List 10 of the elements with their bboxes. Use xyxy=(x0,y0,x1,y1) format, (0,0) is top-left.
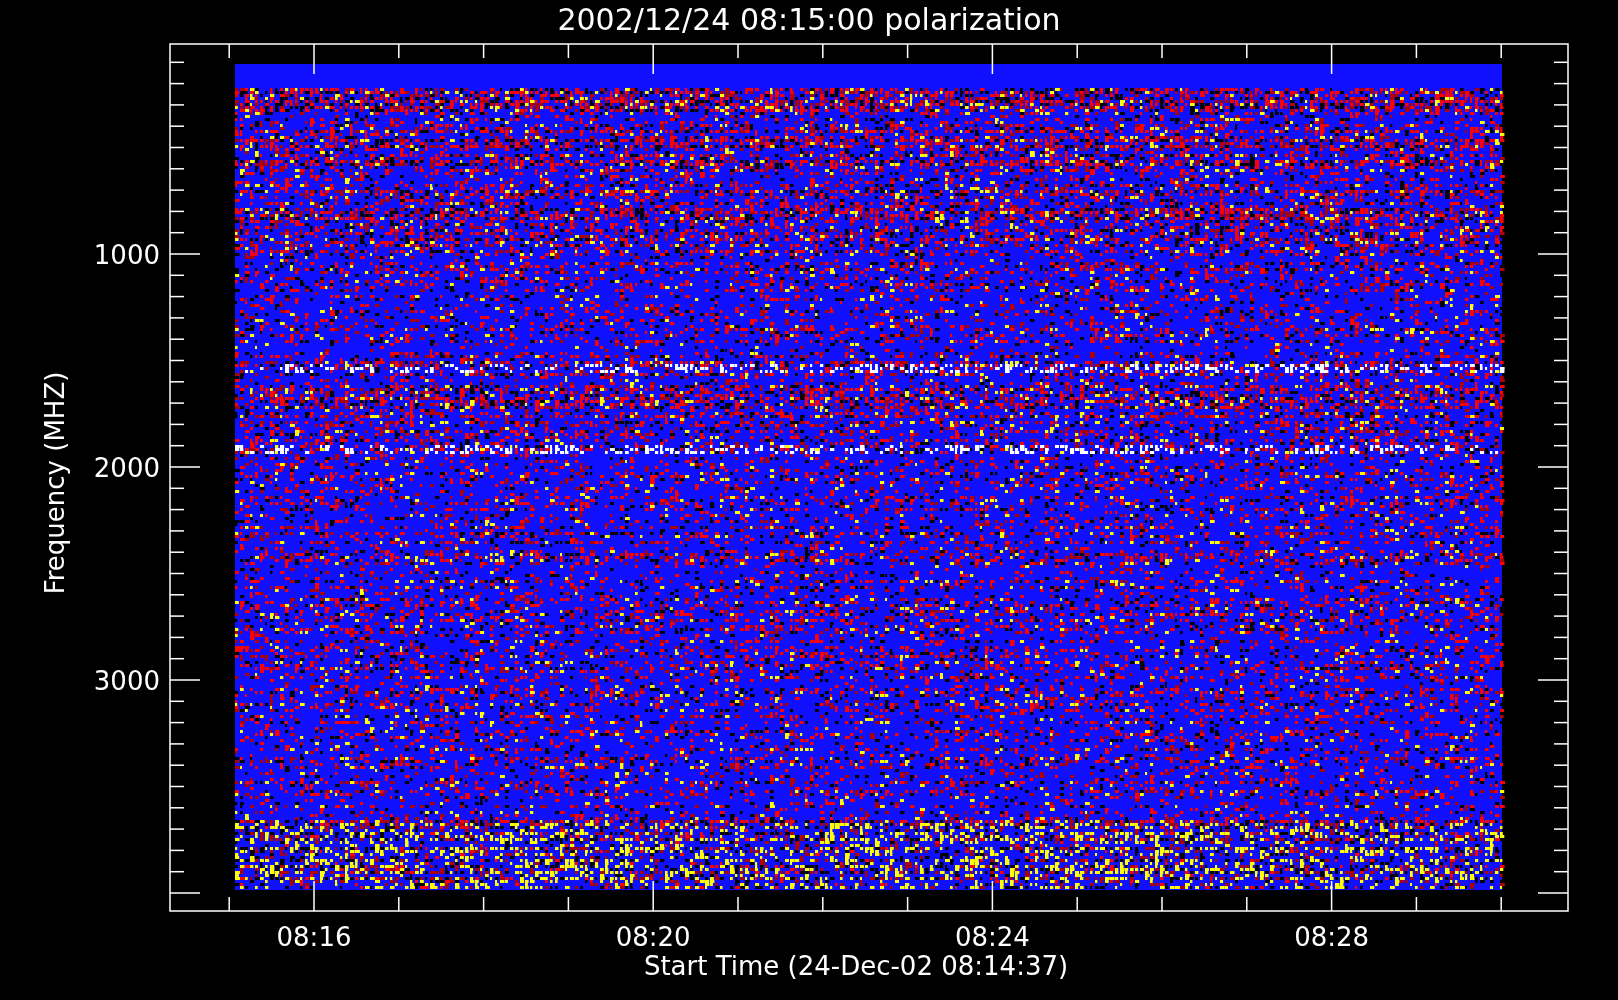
tick-label: 08:20 xyxy=(615,922,691,952)
tick-label: 1000 xyxy=(93,240,160,270)
tick-label: 08:16 xyxy=(276,922,352,952)
tick-label: 08:24 xyxy=(954,922,1030,952)
tick-label: 08:28 xyxy=(1294,922,1370,952)
tick-label: 3000 xyxy=(93,666,160,696)
axis-label: Frequency (MHZ) xyxy=(40,371,70,595)
axis-label: Start Time (24-Dec-02 08:14:37) xyxy=(643,951,1069,981)
tick-label: 2000 xyxy=(93,453,160,483)
plot-title: 2002/12/24 08:15:00 polarization xyxy=(557,2,1061,37)
